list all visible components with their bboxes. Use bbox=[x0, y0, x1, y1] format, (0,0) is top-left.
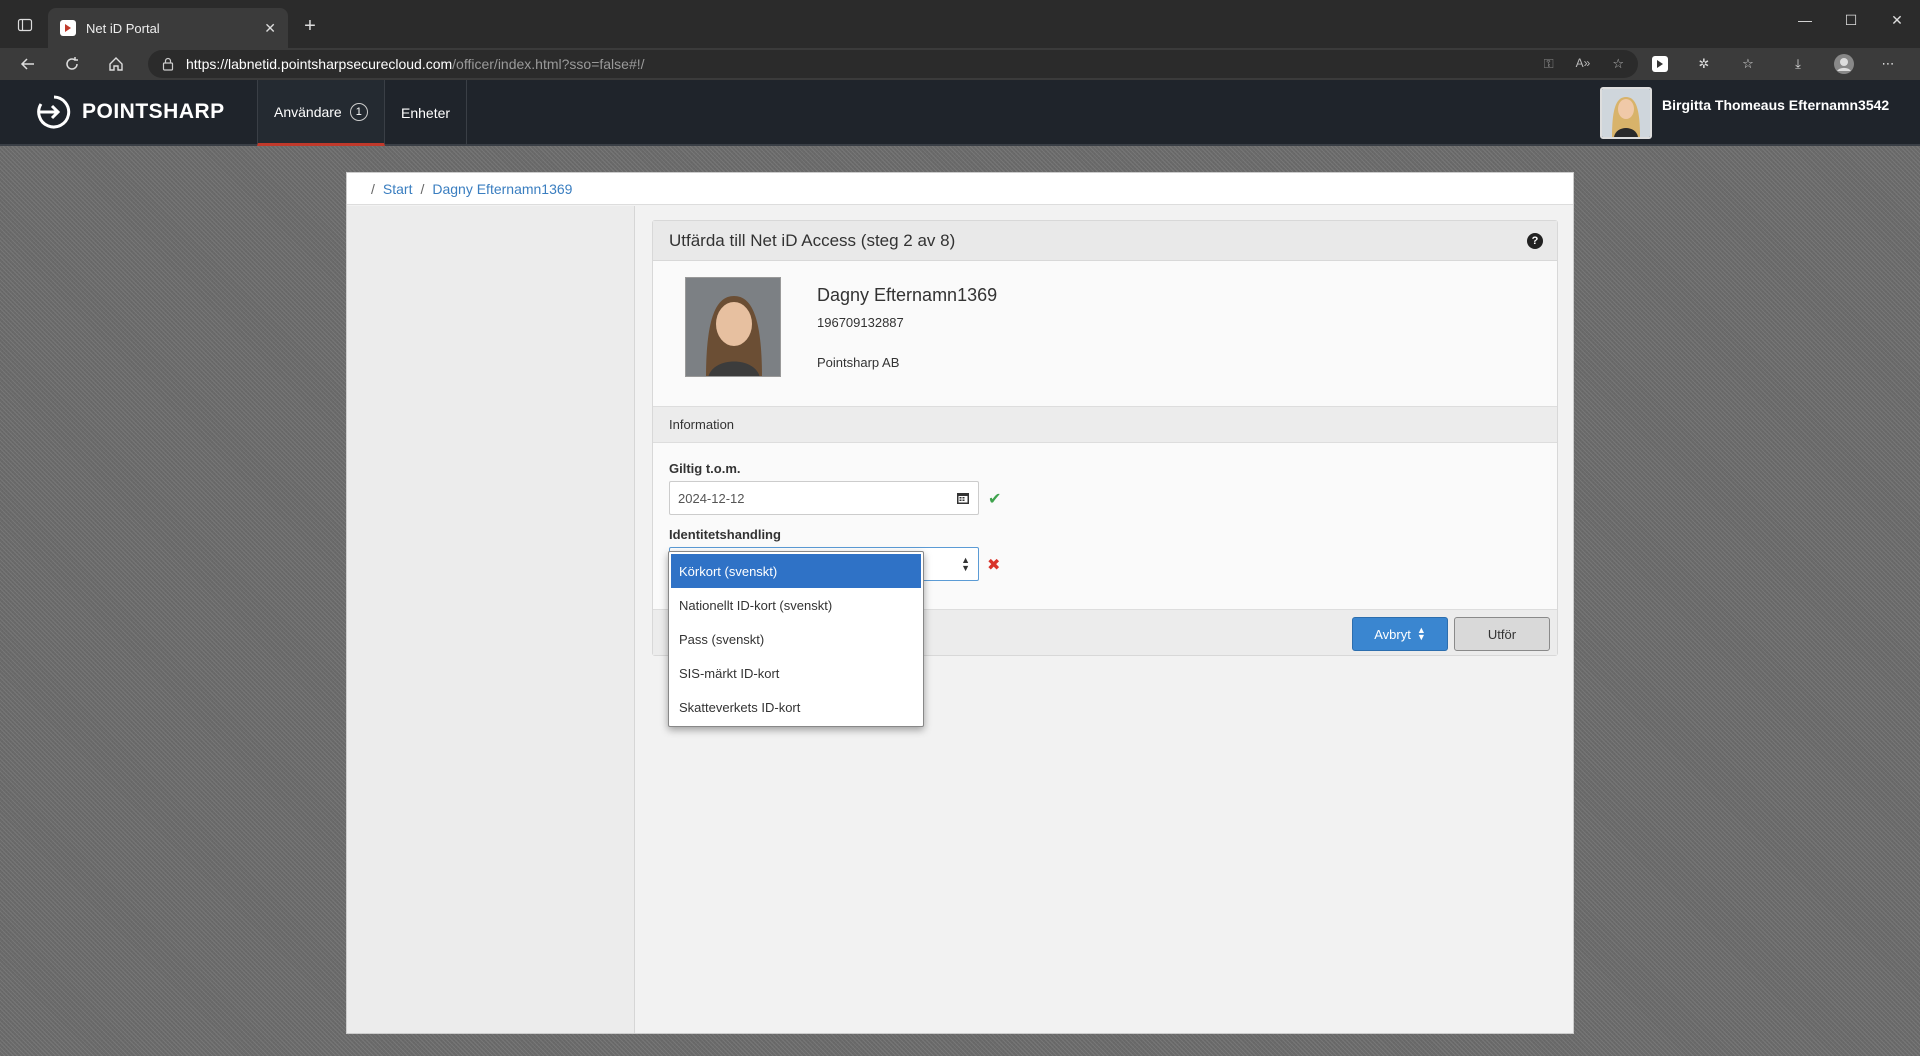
logo-text: POINTSHARP bbox=[82, 100, 225, 123]
pointsharp-logo[interactable]: POINTSHARP bbox=[36, 94, 225, 130]
breadcrumb: / Start / Dagny Efternamn1369 bbox=[347, 173, 1573, 205]
app-header: POINTSHARP Användare 1 Enheter Birgitta … bbox=[0, 80, 1920, 146]
person-card: Dagny Efternamn1369 196709132887 Pointsh… bbox=[653, 261, 1557, 407]
breadcrumb-user[interactable]: Dagny Efternamn1369 bbox=[432, 181, 572, 197]
id-document-label: Identitetshandling bbox=[669, 527, 781, 542]
browser-tabbar: Net iD Portal ✕ + — ☐ ✕ bbox=[0, 0, 1920, 48]
more-menu-icon[interactable]: ⋯ bbox=[1876, 52, 1900, 76]
favorite-add-icon[interactable]: ☆ bbox=[1612, 56, 1624, 72]
valid-until-value: 2024-12-12 bbox=[678, 490, 745, 506]
browser-tab[interactable]: Net iD Portal ✕ bbox=[48, 8, 288, 48]
calendar-icon[interactable] bbox=[956, 491, 970, 505]
person-organization: Pointsharp AB bbox=[817, 355, 900, 370]
person-name: Dagny Efternamn1369 bbox=[817, 285, 998, 305]
id-document-options: Körkort (svenskt) Nationellt ID-kort (sv… bbox=[668, 551, 924, 727]
minimize-icon[interactable]: — bbox=[1782, 0, 1828, 40]
user-menu[interactable]: Birgitta Thomeaus Efternamn3542 bbox=[1600, 86, 1889, 140]
read-aloud-icon[interactable]: A» bbox=[1576, 56, 1591, 72]
address-bar[interactable]: https://labnetid.pointsharpsecurecloud.c… bbox=[148, 50, 1638, 78]
nav-devices[interactable]: Enheter bbox=[385, 80, 467, 146]
url-host: https://labnetid.pointsharpsecurecloud.c… bbox=[186, 56, 453, 72]
tab-close-icon[interactable]: ✕ bbox=[264, 20, 276, 37]
person-photo bbox=[685, 277, 781, 377]
valid-check-icon: ✔ bbox=[988, 491, 1002, 508]
avatar bbox=[1600, 87, 1652, 139]
downloads-icon[interactable]: ⤓ bbox=[1786, 52, 1810, 76]
panel-header: Utfärda till Net iD Access (steg 2 av 8)… bbox=[653, 221, 1557, 261]
pointsharp-favicon-icon bbox=[60, 20, 76, 36]
back-icon[interactable] bbox=[12, 50, 44, 78]
nav-users[interactable]: Användare 1 bbox=[257, 80, 385, 146]
option-tax-agency-id[interactable]: Skatteverkets ID-kort bbox=[671, 690, 921, 724]
info-heading: Information bbox=[653, 407, 1557, 443]
nav-users-label: Användare bbox=[274, 103, 342, 120]
left-column bbox=[347, 206, 635, 1033]
favorites-icon[interactable]: ☆ bbox=[1736, 52, 1760, 76]
help-icon[interactable]: ? bbox=[1527, 233, 1543, 249]
cancel-button-label: Avbryt bbox=[1374, 626, 1411, 642]
submit-button[interactable]: Utför bbox=[1454, 617, 1550, 651]
person-number: 196709132887 bbox=[817, 315, 904, 330]
option-passport[interactable]: Pass (svenskt) bbox=[671, 622, 921, 656]
url-path: /officer/index.html?sso=false#!/ bbox=[452, 56, 645, 72]
select-arrows-icon: ▲ ▼ bbox=[961, 555, 970, 573]
breadcrumb-separator: / bbox=[420, 180, 425, 197]
main-content: / Start / Dagny Efternamn1369 Utfärda ti… bbox=[346, 172, 1574, 1034]
cancel-button[interactable]: Avbryt ▲ ▼ bbox=[1352, 617, 1448, 651]
key-icon[interactable]: ⚿ bbox=[1544, 56, 1554, 72]
current-user-name: Birgitta Thomeaus Efternamn3542 bbox=[1662, 97, 1890, 113]
lock-icon bbox=[162, 57, 174, 71]
invalid-x-icon: ✖ bbox=[987, 557, 1001, 574]
option-drivers-license[interactable]: Körkort (svenskt) bbox=[671, 554, 921, 588]
valid-until-input[interactable]: 2024-12-12 bbox=[669, 481, 979, 515]
breadcrumb-start[interactable]: Start bbox=[383, 181, 413, 197]
reload-icon[interactable] bbox=[56, 50, 88, 78]
option-national-id[interactable]: Nationellt ID-kort (svenskt) bbox=[671, 588, 921, 622]
tab-title: Net iD Portal bbox=[86, 20, 160, 36]
extensions-icon[interactable]: ✲ bbox=[1692, 52, 1716, 76]
maximize-icon[interactable]: ☐ bbox=[1828, 0, 1874, 40]
sort-icon: ▲ ▼ bbox=[1416, 625, 1426, 642]
new-tab-icon[interactable]: + bbox=[296, 12, 324, 40]
close-window-icon[interactable]: ✕ bbox=[1874, 0, 1920, 40]
pointsharp-logo-icon bbox=[37, 95, 71, 129]
option-sis-id[interactable]: SIS-märkt ID-kort bbox=[671, 656, 921, 690]
valid-until-label: Giltig t.o.m. bbox=[669, 461, 741, 476]
breadcrumb-separator: / bbox=[371, 180, 375, 197]
nav-devices-label: Enheter bbox=[401, 105, 451, 121]
profile-icon[interactable] bbox=[1832, 52, 1856, 76]
tab-actions-icon[interactable] bbox=[12, 12, 38, 38]
extension-pointsharp-icon[interactable] bbox=[1648, 52, 1672, 76]
home-icon[interactable] bbox=[100, 50, 132, 78]
users-count-badge: 1 bbox=[349, 102, 368, 121]
browser-toolbar: https://labnetid.pointsharpsecurecloud.c… bbox=[0, 48, 1920, 80]
panel-title: Utfärda till Net iD Access (steg 2 av 8) bbox=[669, 230, 956, 250]
